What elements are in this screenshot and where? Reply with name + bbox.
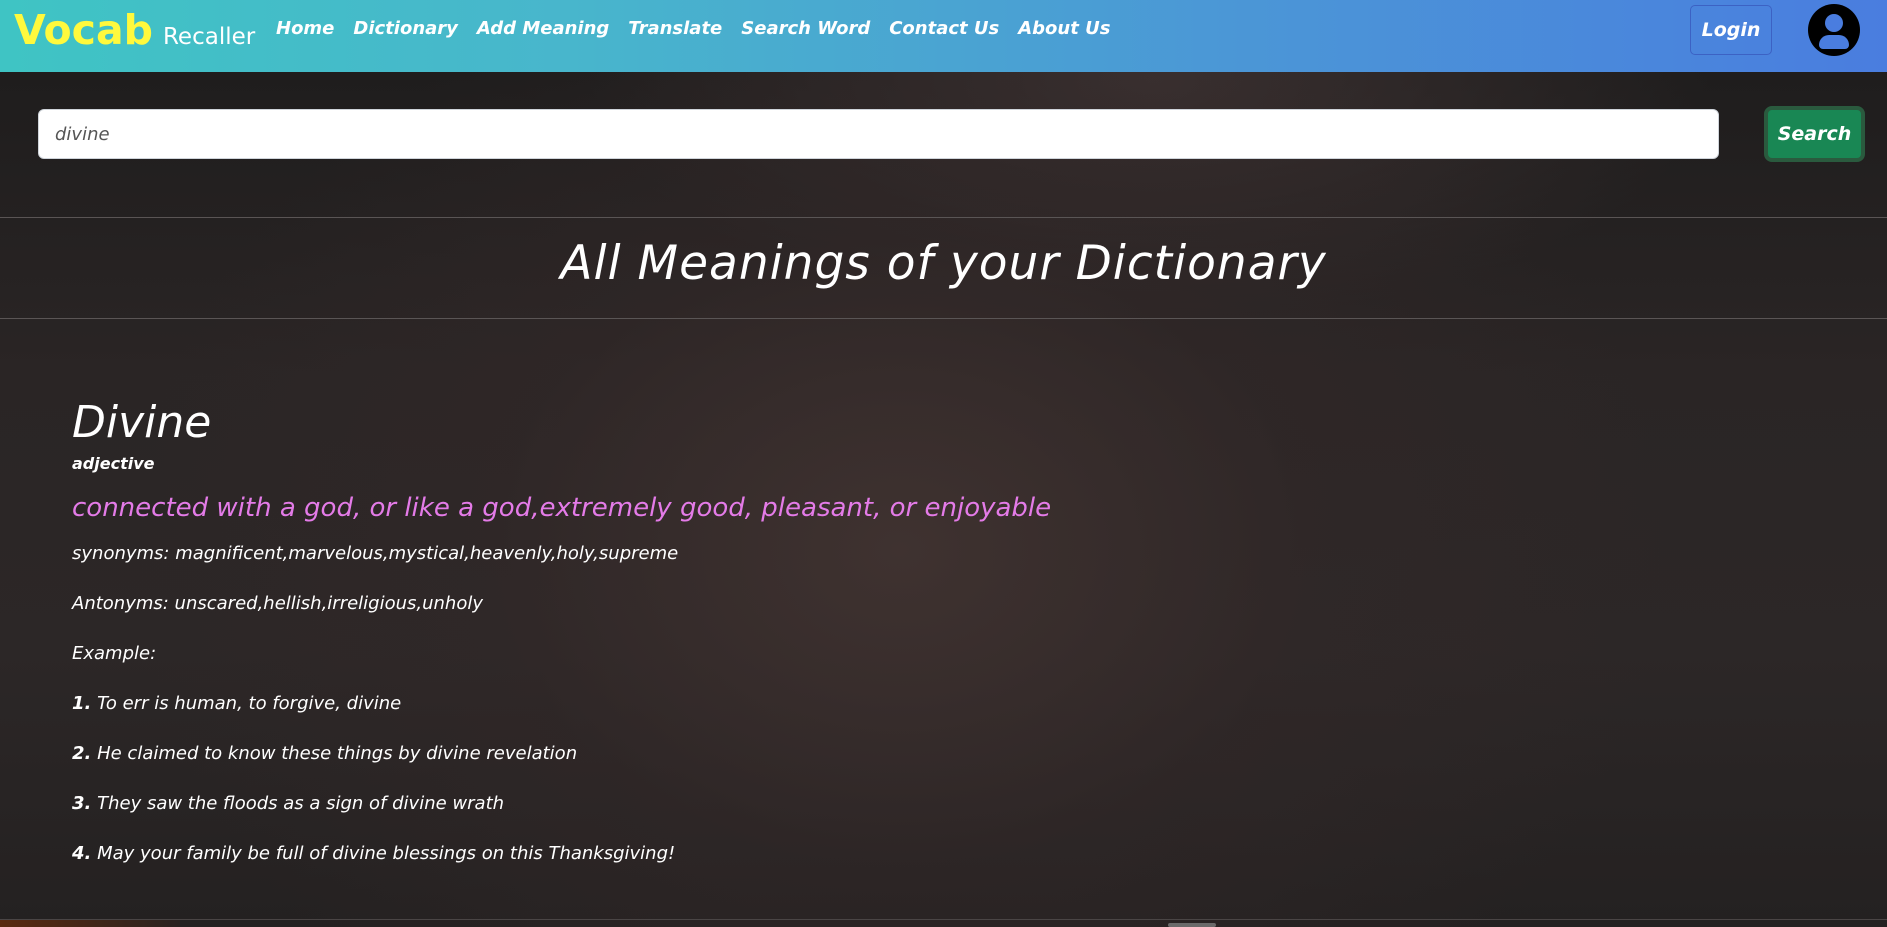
entry-definition: connected with a god, or like a god,extr… xyxy=(72,493,1052,523)
brand-logo[interactable]: Vocab Recaller xyxy=(14,6,255,54)
divider-top xyxy=(0,217,1887,218)
nav-link-translate[interactable]: Translate xyxy=(628,18,722,39)
brand-main-text: Vocab xyxy=(14,6,153,54)
scrollbar-thumb[interactable] xyxy=(1168,923,1216,927)
avatar-body-shape xyxy=(1819,35,1849,49)
example-text: He claimed to know these things by divin… xyxy=(91,743,578,764)
example-number: 4. xyxy=(72,843,92,864)
nav-links: Home Dictionary Add Meaning Translate Se… xyxy=(276,18,1129,39)
entry-synonyms: synonyms: magnificent,marvelous,mystical… xyxy=(72,543,679,564)
page-title: All Meanings of your Dictionary xyxy=(560,236,1327,291)
entry-example: 3. They saw the floods as a sign of divi… xyxy=(72,791,1772,817)
example-number: 2. xyxy=(72,743,92,764)
example-number: 3. xyxy=(72,793,92,814)
entry-antonyms: Antonyms: unscared,hellish,irreligious,u… xyxy=(72,593,484,614)
nav-link-contact-us[interactable]: Contact Us xyxy=(889,18,999,39)
nav-link-dictionary[interactable]: Dictionary xyxy=(353,18,458,39)
page: Vocab Recaller Home Dictionary Add Meani… xyxy=(0,0,1887,927)
entry-example: 2. He claimed to know these things by di… xyxy=(72,741,1772,767)
entry-example: 1. To err is human, to forgive, divine xyxy=(72,691,1772,717)
nav-link-add-meaning[interactable]: Add Meaning xyxy=(477,18,609,39)
example-text: They saw the floods as a sign of divine … xyxy=(91,793,505,814)
divider-end xyxy=(0,919,1887,920)
entry-word: Divine xyxy=(72,397,212,448)
nav-link-search-word[interactable]: Search Word xyxy=(741,18,870,39)
example-text: May your family be full of divine blessi… xyxy=(91,843,676,864)
nav-link-about-us[interactable]: About Us xyxy=(1018,18,1110,39)
divider-bottom xyxy=(0,318,1887,319)
entry-part-of-speech: adjective xyxy=(72,454,155,473)
nav-link-home[interactable]: Home xyxy=(276,18,334,39)
login-button[interactable]: Login xyxy=(1690,5,1772,55)
user-circle-icon[interactable] xyxy=(1808,4,1860,56)
entry-example: 4. May your family be full of divine ble… xyxy=(72,841,1772,867)
avatar-head-shape xyxy=(1825,14,1843,32)
search-input[interactable] xyxy=(38,109,1719,159)
navbar: Vocab Recaller Home Dictionary Add Meani… xyxy=(0,0,1887,72)
example-text: To err is human, to forgive, divine xyxy=(91,693,402,714)
brand-sub-text: Recaller xyxy=(162,24,256,50)
dictionary-entry: Divine adjective connected with a god, o… xyxy=(72,396,1772,867)
search-button[interactable]: Search xyxy=(1764,106,1865,162)
entry-example-label: Example: xyxy=(72,643,157,664)
example-number: 1. xyxy=(72,693,92,714)
bottom-strip xyxy=(0,920,180,927)
